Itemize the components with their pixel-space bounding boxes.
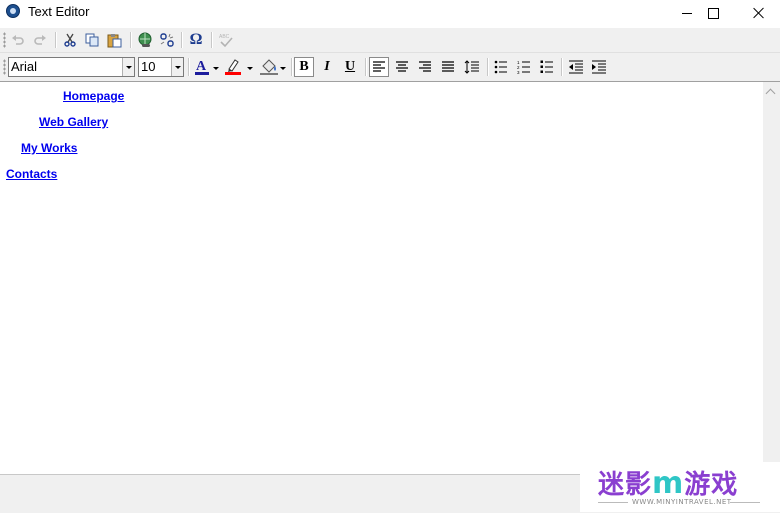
font-name-value: Arial <box>11 59 38 74</box>
format-toolbar: Arial 10 A B I U 1 2 3 <box>0 53 780 82</box>
cut-icon <box>64 33 76 47</box>
decrease-indent-icon <box>569 60 583 74</box>
bold-button[interactable]: B <box>294 57 314 77</box>
undo-button[interactable] <box>8 30 28 50</box>
toolbar-separator <box>181 32 183 48</box>
underline-button[interactable]: U <box>340 57 360 77</box>
paste-button[interactable] <box>105 30 125 50</box>
maximize-icon <box>707 7 719 19</box>
svg-text:ABC: ABC <box>219 34 230 40</box>
app-icon <box>6 4 20 18</box>
italic-button[interactable]: I <box>317 57 337 77</box>
toolbar-separator <box>291 58 293 76</box>
align-left-button[interactable] <box>369 57 389 77</box>
editor-content-area[interactable]: Homepage Web Gallery My Works Contacts <box>0 82 763 474</box>
watermark-subtitle: WWW.MINYINTRAVEL.NET <box>632 498 732 506</box>
maximize-button[interactable] <box>690 0 736 26</box>
watermark-divider <box>730 502 760 503</box>
insert-link-icon <box>138 32 152 47</box>
toolbar-separator <box>561 58 563 76</box>
underline-label: U <box>344 59 356 74</box>
font-name-combo[interactable]: Arial <box>8 57 135 77</box>
spell-check-icon: ABC <box>219 34 233 48</box>
line-spacing-icon <box>464 60 479 74</box>
toolbar-grip[interactable] <box>3 59 6 75</box>
close-button[interactable] <box>736 0 780 26</box>
bullet-list-button[interactable] <box>491 57 511 77</box>
toolbar-separator <box>130 32 132 48</box>
title-bar: Text Editor <box>0 0 780 26</box>
watermark-text-1: 迷影 <box>598 470 653 500</box>
numbered-list-icon: 1 2 3 <box>517 60 530 74</box>
redo-button[interactable] <box>30 30 50 50</box>
watermark: 迷影ⅿ游戏 WWW.MINYINTRAVEL.NET <box>580 462 780 512</box>
font-size-combo[interactable]: 10 <box>138 57 184 77</box>
fill-color-button[interactable] <box>258 57 288 77</box>
fill-color-icon <box>260 59 286 75</box>
justify-button[interactable] <box>438 57 458 77</box>
copy-button[interactable] <box>82 30 102 50</box>
increase-indent-button[interactable] <box>589 57 609 77</box>
font-size-dropdown-arrow[interactable] <box>171 58 183 76</box>
multilevel-list-button[interactable] <box>537 57 557 77</box>
watermark-text-2: 游戏 <box>684 470 739 500</box>
decrease-indent-button[interactable] <box>566 57 586 77</box>
font-size-value: 10 <box>141 59 156 74</box>
font-color-button[interactable]: A <box>193 57 221 77</box>
justify-icon <box>442 61 454 72</box>
remove-link-button[interactable] <box>157 30 177 50</box>
remove-link-icon <box>160 33 174 47</box>
undo-icon <box>12 35 24 45</box>
bold-label: B <box>299 59 309 74</box>
toolbar-separator <box>365 58 367 76</box>
close-icon <box>753 7 765 19</box>
watermark-logo: 迷影ⅿ游戏 <box>598 464 738 501</box>
toolbar-separator <box>487 58 489 76</box>
homepage-link[interactable]: Homepage <box>63 89 124 103</box>
paste-icon <box>107 33 122 47</box>
svg-text:3: 3 <box>517 70 520 74</box>
toolbar-separator <box>211 32 213 48</box>
standard-toolbar: Ω ABC <box>0 28 780 53</box>
watermark-divider <box>598 502 628 503</box>
font-color-icon: A <box>195 59 219 75</box>
copy-icon <box>85 33 98 47</box>
align-center-icon <box>396 61 408 72</box>
line-spacing-button[interactable] <box>462 57 482 77</box>
special-character-icon: Ω <box>189 31 203 48</box>
align-right-button[interactable] <box>415 57 435 77</box>
redo-icon <box>34 35 46 45</box>
highlight-color-button[interactable] <box>223 57 255 77</box>
web-gallery-link[interactable]: Web Gallery <box>39 115 108 129</box>
font-name-dropdown-arrow[interactable] <box>122 58 134 76</box>
my-works-link[interactable]: My Works <box>21 141 77 155</box>
window-title: Text Editor <box>28 4 90 19</box>
insert-link-button[interactable] <box>135 30 155 50</box>
multilevel-list-icon <box>540 60 553 73</box>
cut-button[interactable] <box>60 30 80 50</box>
align-center-button[interactable] <box>392 57 412 77</box>
special-character-button[interactable]: Ω <box>186 30 206 50</box>
toolbar-separator <box>188 58 190 76</box>
align-left-icon <box>373 61 385 72</box>
contacts-link[interactable]: Contacts <box>6 167 57 181</box>
spell-check-button[interactable]: ABC <box>216 30 236 50</box>
watermark-m-glyph: ⅿ <box>652 466 685 501</box>
bullet-list-icon <box>494 60 507 74</box>
align-right-icon <box>419 61 431 72</box>
svg-text:A: A <box>196 59 207 74</box>
increase-indent-icon <box>592 60 606 74</box>
vertical-scrollbar[interactable] <box>763 82 780 474</box>
highlight-color-icon <box>225 59 253 75</box>
scroll-up-arrow-icon[interactable] <box>765 88 776 99</box>
italic-label: I <box>324 59 330 74</box>
toolbar-separator <box>55 32 57 48</box>
numbered-list-button[interactable]: 1 2 3 <box>514 57 534 77</box>
toolbar-grip[interactable] <box>3 32 6 48</box>
